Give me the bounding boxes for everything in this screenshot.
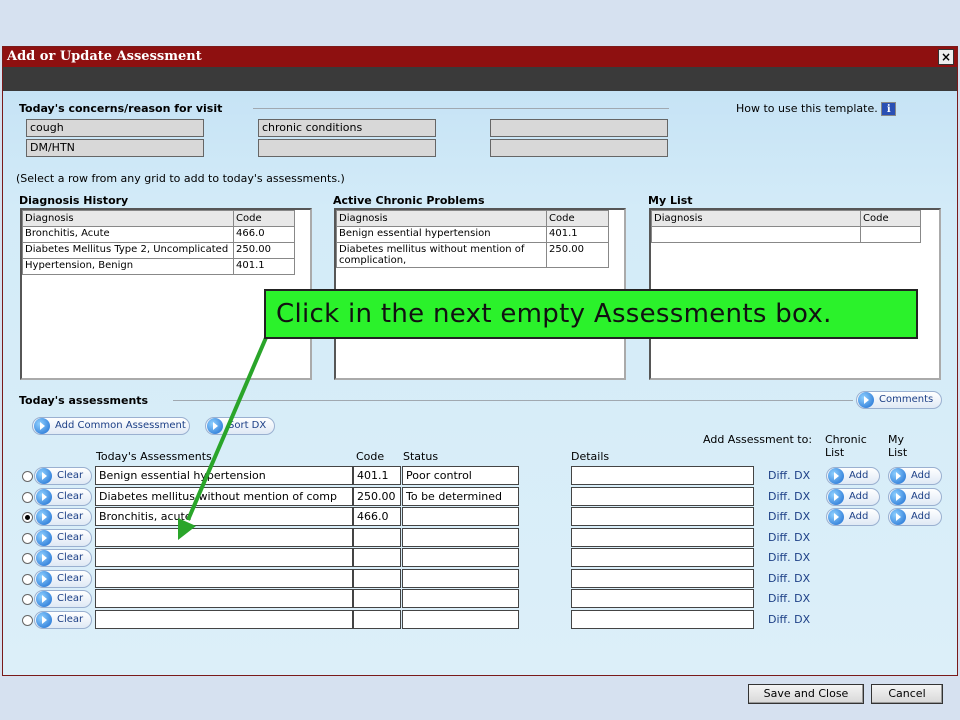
- tutorial-callout: Click in the next empty Assessments box.: [264, 289, 918, 339]
- arrow-head: [178, 518, 196, 540]
- arrow-line: [186, 332, 270, 521]
- callout-arrow: [178, 332, 270, 540]
